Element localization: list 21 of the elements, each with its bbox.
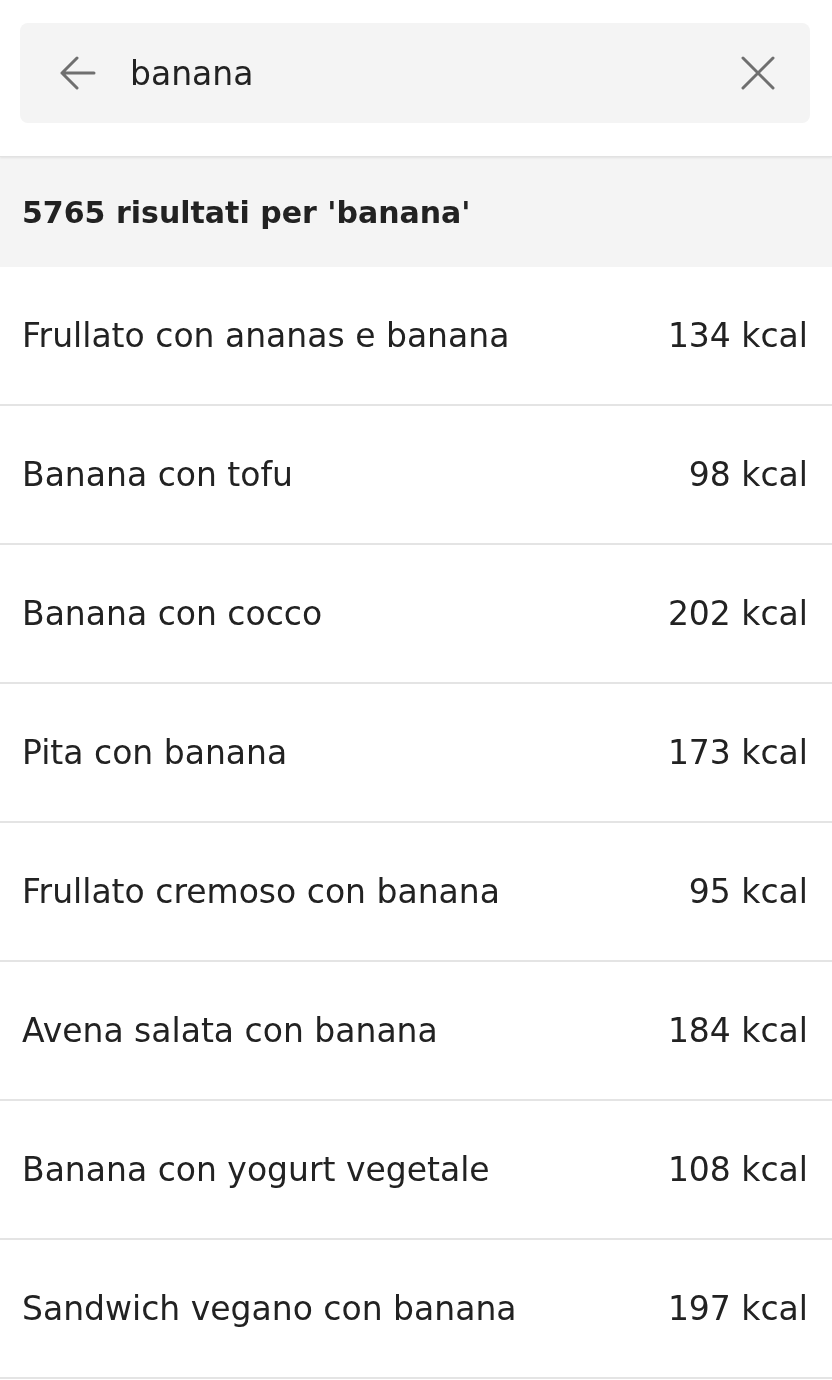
back-arrow-icon [60,56,96,90]
food-name: Sandwich vegano con banana [22,1289,517,1328]
search-input[interactable]: banana [130,48,706,98]
food-name: Frullato con ananas e banana [22,316,510,355]
calorie-value: 98 kcal [688,455,808,494]
close-icon [741,56,775,90]
food-name: Pita con banana [22,733,288,772]
food-name: Frullato cremoso con banana [22,872,500,911]
calorie-value: 173 kcal [667,733,808,772]
calorie-value: 202 kcal [667,594,808,633]
food-name: Banana con yogurt vegetale [22,1150,490,1189]
food-name: Banana con tofu [22,455,294,494]
food-name: Banana con cocco [22,594,323,633]
results-count: 5765 risultati per 'banana' [22,194,471,230]
calorie-value: 134 kcal [667,316,808,355]
calorie-value: 95 kcal [688,872,808,911]
calorie-value: 197 kcal [667,1289,808,1328]
search-field[interactable]: banana [20,23,810,123]
calorie-value: 108 kcal [667,1150,808,1189]
food-name: Avena salata con banana [22,1011,438,1050]
calorie-value: 184 kcal [667,1011,808,1050]
